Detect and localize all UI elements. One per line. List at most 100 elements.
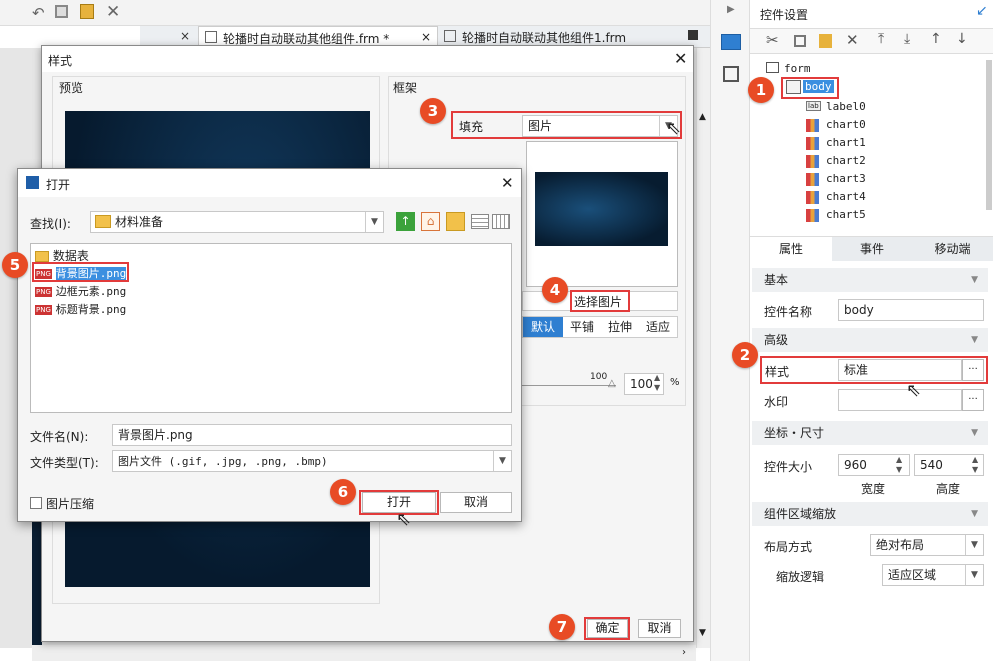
collapse-icon: ▼ — [971, 335, 978, 345]
watermark-input[interactable] — [838, 389, 962, 411]
folder-icon — [95, 215, 111, 228]
chevron-down-icon: ▼ — [965, 565, 983, 585]
section-basic[interactable]: 基本 ▼ — [752, 268, 988, 292]
opacity-slider-thumb[interactable]: △ — [608, 378, 616, 389]
list-view-icon[interactable] — [471, 214, 489, 229]
layout-select[interactable]: 绝对布局 ▼ — [870, 534, 984, 556]
choose-image-button[interactable]: 选择图片 — [574, 293, 622, 310]
tree-node-chart2[interactable]: chart2 — [826, 154, 866, 167]
watermark-ellipsis-button[interactable]: ··· — [962, 389, 984, 411]
step-badge-5: 5 — [2, 252, 28, 278]
tree-node-body[interactable]: body — [803, 80, 834, 93]
fit-mode-group: 默认 平铺 拉伸 适应 — [522, 316, 678, 338]
details-view-icon[interactable] — [492, 214, 510, 229]
horizontal-scrollbar[interactable]: › — [32, 645, 696, 661]
component-library-icon[interactable] — [723, 66, 739, 82]
scroll-up-icon[interactable]: ▲ — [699, 112, 706, 122]
open-cancel-button[interactable]: 取消 — [440, 492, 512, 513]
style-input[interactable]: 标准 — [838, 359, 962, 381]
scale-label: 缩放逻辑 — [776, 570, 825, 584]
list-item[interactable]: PNG 标题背景.png — [35, 301, 126, 317]
section-advanced[interactable]: 高级 ▼ — [752, 328, 988, 352]
delete-icon[interactable]: ✕ — [106, 2, 120, 22]
list-item[interactable]: PNG 边框元素.png — [35, 283, 126, 299]
tree-scrollbar[interactable] — [986, 60, 992, 210]
tab-events[interactable]: 事件 — [832, 237, 912, 262]
scroll-right-icon[interactable]: › — [682, 647, 686, 658]
compress-checkbox[interactable] — [30, 497, 42, 509]
mode-stretch[interactable]: 拉伸 — [601, 317, 639, 337]
tree-node-chart1[interactable]: chart1 — [826, 136, 866, 149]
tree-node-label0[interactable]: label0 — [826, 100, 866, 113]
fill-select[interactable]: 图片 ▼ — [522, 115, 678, 137]
height-stepper[interactable]: ▲ ▼ — [972, 455, 978, 475]
home-icon[interactable]: ⌂ — [421, 212, 440, 231]
scale-select[interactable]: 适应区域 ▼ — [882, 564, 984, 586]
close-icon[interactable]: ✕ — [501, 174, 514, 192]
style-cancel-button[interactable]: 取消 — [638, 619, 681, 638]
opacity-slider-track[interactable] — [520, 385, 616, 386]
up-folder-icon[interactable]: ↑ — [396, 212, 415, 231]
file-name: 标题背景.png — [55, 303, 127, 316]
filetype-value: 图片文件 (.gif, .jpg, .png, .bmp) — [118, 455, 328, 468]
new-folder-icon[interactable] — [446, 212, 465, 231]
chart-node-icon — [806, 137, 819, 150]
tab-close-button[interactable]: × — [180, 29, 190, 43]
scroll-down-icon[interactable]: ▼ — [699, 628, 706, 638]
vertical-scrollbar[interactable]: ▲ ▼ — [696, 48, 710, 648]
width-caption: 宽度 — [861, 482, 886, 496]
paste-icon[interactable] — [80, 4, 94, 19]
tab-close-button[interactable]: × — [421, 30, 431, 44]
preview-label: 预览 — [59, 81, 84, 95]
name-input[interactable]: body — [838, 299, 984, 321]
tree-node-chart3[interactable]: chart3 — [826, 172, 866, 185]
step-badge-6: 6 — [330, 479, 356, 505]
mouse-cursor-icon: ⇖ — [666, 118, 682, 139]
filetype-label: 文件类型(T): — [30, 456, 99, 470]
tab-menu-icon[interactable] — [688, 30, 698, 40]
step-badge-4: 4 — [542, 277, 568, 303]
paste-icon[interactable] — [819, 34, 832, 48]
collapse-icon: ▼ — [971, 509, 978, 519]
file-list: 数据表 PNG 背景图片.png PNG 边框元素.png PNG 标题背景.p… — [30, 243, 512, 413]
mode-tile[interactable]: 平铺 — [563, 317, 601, 337]
opacity-stepper[interactable]: ▲ ▼ — [654, 373, 660, 393]
tree-node-form[interactable]: form — [784, 62, 811, 75]
list-item[interactable]: PNG 背景图片.png — [35, 265, 127, 281]
delete-icon[interactable]: ✕ — [846, 31, 859, 49]
width-stepper[interactable]: ▲ ▼ — [896, 455, 902, 475]
style-dialog-title: 样式 — [48, 54, 73, 68]
chevron-down-icon: ▼ — [493, 451, 511, 471]
body-node-icon — [786, 80, 801, 94]
move-bottom-icon[interactable]: ⤓ — [904, 31, 910, 47]
tree-node-chart5[interactable]: chart5 — [826, 208, 866, 221]
tab-properties[interactable]: 属性 — [750, 237, 832, 262]
copy-icon[interactable] — [55, 5, 68, 18]
copy-icon[interactable] — [794, 35, 806, 47]
widget-settings-icon[interactable] — [721, 34, 741, 50]
percent-label: % — [670, 377, 680, 388]
filename-input[interactable]: 背景图片.png — [112, 424, 512, 446]
section-coords[interactable]: 坐标・尺寸 ▼ — [752, 421, 988, 445]
lookin-select[interactable]: 材料准备 ▼ — [90, 211, 384, 233]
move-down-icon[interactable]: ↓ — [956, 31, 968, 47]
pin-icon[interactable]: ↙ — [976, 3, 988, 19]
ok-button[interactable]: 确定 — [587, 619, 628, 638]
filetype-select[interactable]: 图片文件 (.gif, .jpg, .png, .bmp) ▼ — [112, 450, 512, 472]
tree-node-chart0[interactable]: chart0 — [826, 118, 866, 131]
style-ellipsis-button[interactable]: ··· — [962, 359, 984, 381]
cut-icon[interactable]: ✂ — [766, 31, 779, 49]
move-up-icon[interactable]: ↑ — [930, 31, 942, 47]
collapse-arrow-icon[interactable]: ▶ — [727, 4, 735, 15]
move-top-icon[interactable]: ⤒ — [878, 31, 884, 47]
close-icon[interactable]: ✕ — [674, 49, 687, 68]
chart-node-icon — [806, 119, 819, 132]
tree-node-chart4[interactable]: chart4 — [826, 190, 866, 203]
section-zoom[interactable]: 组件区域缩放 ▼ — [752, 502, 988, 526]
mode-fit[interactable]: 适应 — [639, 317, 677, 337]
tab-mobile[interactable]: 移动端 — [912, 237, 993, 262]
file-name: 背景图片.png — [55, 267, 127, 280]
mode-default[interactable]: 默认 — [523, 317, 563, 337]
undo-icon[interactable]: ↶ — [32, 4, 45, 22]
step-badge-2: 2 — [732, 342, 758, 368]
